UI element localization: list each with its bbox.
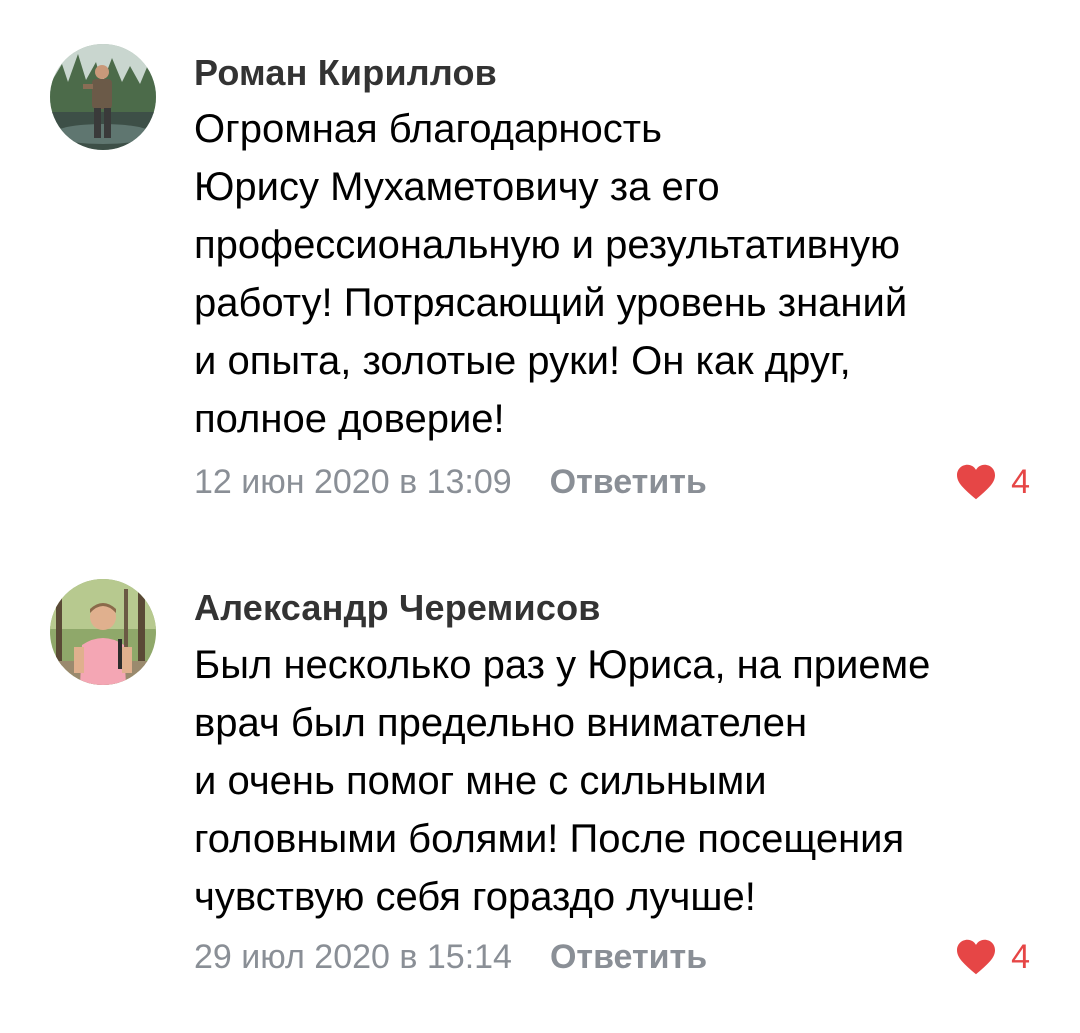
heart-icon — [955, 463, 997, 501]
comment-author[interactable]: Александр Черемисов — [194, 587, 601, 629]
comment-meta: 29 июл 2020 в 15:14 Ответить 4 — [194, 935, 1030, 979]
comment-meta: 12 июн 2020 в 13:09 Ответить 4 — [194, 460, 1030, 504]
reply-button[interactable]: Ответить — [550, 938, 707, 977]
avatar[interactable] — [50, 44, 156, 150]
avatar[interactable] — [50, 579, 156, 685]
heart-icon — [955, 938, 997, 976]
reply-button[interactable]: Ответить — [550, 463, 707, 502]
like-button[interactable]: 4 — [955, 938, 1030, 977]
like-count: 4 — [1011, 937, 1030, 976]
comment-date: 29 июл 2020 в 15:14 — [194, 937, 512, 976]
comment-date: 12 июн 2020 в 13:09 — [194, 462, 512, 501]
comment-text: Огромная благодарность Юрису Мухаметович… — [194, 107, 908, 441]
comment-text: Был несколько раз у Юриса, на приеме вра… — [194, 643, 931, 919]
like-button[interactable]: 4 — [955, 463, 1030, 502]
comment-author[interactable]: Роман Кириллов — [194, 52, 497, 94]
like-count: 4 — [1011, 462, 1030, 501]
